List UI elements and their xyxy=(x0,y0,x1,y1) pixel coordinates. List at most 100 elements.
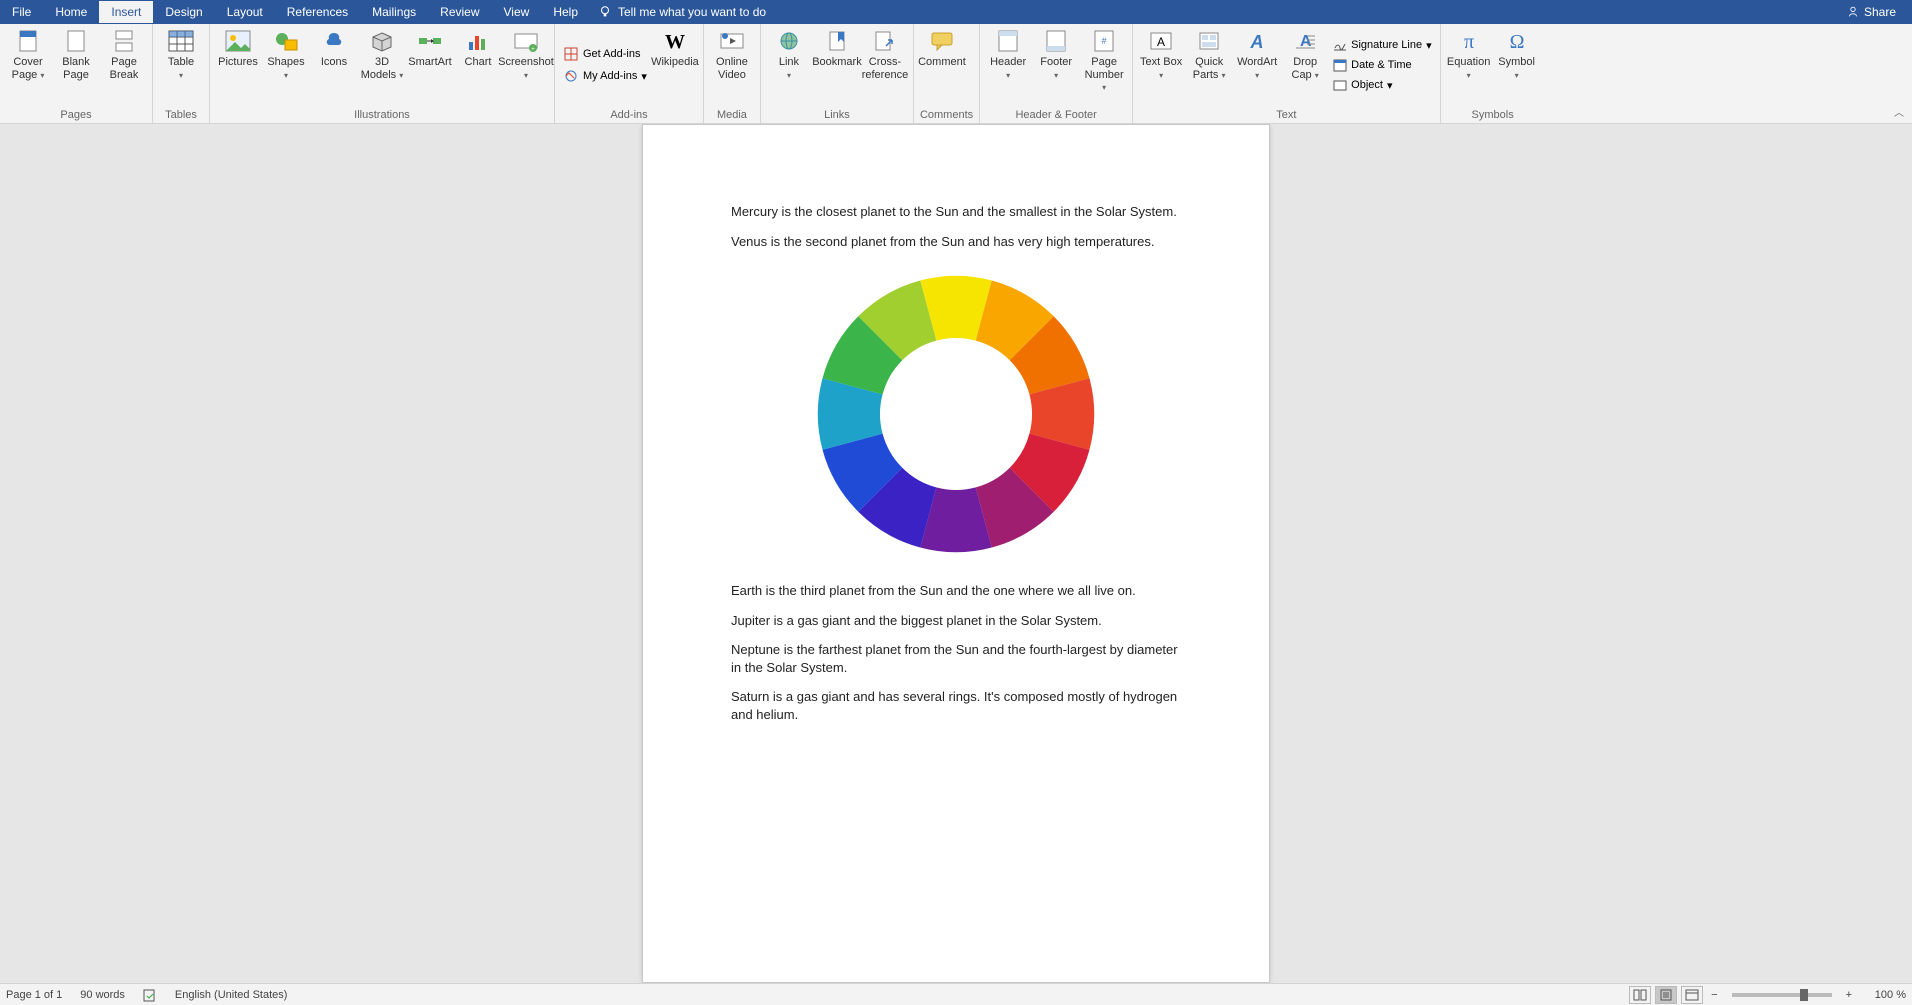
quick-parts-button[interactable]: Quick Parts ▾ xyxy=(1187,26,1231,81)
tab-design[interactable]: Design xyxy=(153,1,214,23)
document-page[interactable]: Mercury is the closest planet to the Sun… xyxy=(642,124,1270,983)
paragraph[interactable]: Neptune is the farthest planet from the … xyxy=(731,641,1181,676)
blank-page-button[interactable]: Blank Page xyxy=(54,26,98,81)
chart-button[interactable]: Chart xyxy=(456,26,500,69)
textbox-icon: A xyxy=(1145,28,1177,54)
group-label-comments: Comments xyxy=(920,109,973,123)
tab-help[interactable]: Help xyxy=(541,1,590,23)
tab-bar: File Home Insert Design Layout Reference… xyxy=(0,0,1912,24)
document-workspace[interactable]: Mercury is the closest planet to the Sun… xyxy=(0,124,1912,983)
paragraph[interactable]: Venus is the second planet from the Sun … xyxy=(731,233,1181,251)
icons-button[interactable]: Icons xyxy=(312,26,356,69)
color-wheel-image[interactable] xyxy=(804,262,1108,566)
link-button[interactable]: Link▾ xyxy=(767,26,811,81)
date-time-button[interactable]: Date & Time xyxy=(1331,56,1433,74)
wikipedia-button[interactable]: W Wikipedia xyxy=(653,26,697,69)
group-symbols: π Equation▾ Ω Symbol▾ Symbols xyxy=(1441,24,1545,123)
screenshot-button[interactable]: + Screenshot▾ xyxy=(504,26,548,81)
cover-page-button[interactable]: Cover Page ▾ xyxy=(6,26,50,81)
equation-button[interactable]: π Equation▾ xyxy=(1447,26,1491,81)
svg-text:π: π xyxy=(1464,31,1474,52)
table-button[interactable]: Table▾ xyxy=(159,26,203,81)
group-pages: Cover Page ▾ Blank Page Page Break Pages xyxy=(0,24,153,123)
group-tables: Table▾ Tables xyxy=(153,24,210,123)
symbol-button[interactable]: Ω Symbol▾ xyxy=(1495,26,1539,81)
video-icon xyxy=(716,28,748,54)
print-layout-button[interactable] xyxy=(1655,986,1677,1004)
group-comments: Comment Comments xyxy=(914,24,980,123)
page-number-icon: # xyxy=(1088,28,1120,54)
footer-icon xyxy=(1040,28,1072,54)
zoom-thumb[interactable] xyxy=(1800,989,1808,1001)
tab-layout[interactable]: Layout xyxy=(215,1,275,23)
group-label-links: Links xyxy=(767,109,907,123)
my-addins-button[interactable]: My Add-ins ▾ xyxy=(561,66,649,86)
collapse-ribbon-button[interactable]: ︿ xyxy=(1894,104,1904,119)
group-addins: Get Add-ins My Add-ins ▾ W Wikipedia Add… xyxy=(555,24,704,123)
share-icon xyxy=(1846,5,1860,19)
header-button[interactable]: Header▾ xyxy=(986,26,1030,81)
3d-models-button[interactable]: 3D Models ▾ xyxy=(360,26,404,81)
svg-text:Ω: Ω xyxy=(1509,31,1524,52)
wordart-button[interactable]: A WordArt▾ xyxy=(1235,26,1279,81)
chart-icon xyxy=(462,28,494,54)
paragraph[interactable]: Mercury is the closest planet to the Sun… xyxy=(731,203,1181,221)
svg-text:+: + xyxy=(531,47,535,52)
web-layout-icon xyxy=(1685,989,1699,1001)
get-addins-button[interactable]: Get Add-ins xyxy=(561,44,649,64)
page-break-button[interactable]: Page Break xyxy=(102,26,146,81)
group-label-media: Media xyxy=(710,109,754,123)
spellcheck-icon xyxy=(143,988,157,1002)
page-number-button[interactable]: # Page Number ▾ xyxy=(1082,26,1126,94)
cross-reference-button[interactable]: Cross-reference xyxy=(863,26,907,81)
screenshot-icon: + xyxy=(510,28,542,54)
status-spellcheck[interactable] xyxy=(143,988,157,1002)
tab-insert[interactable]: Insert xyxy=(99,1,153,23)
pictures-button[interactable]: Pictures xyxy=(216,26,260,69)
group-label-text: Text xyxy=(1139,109,1433,123)
text-box-button[interactable]: A Text Box ▾ xyxy=(1139,26,1183,81)
paragraph[interactable]: Jupiter is a gas giant and the biggest p… xyxy=(731,612,1181,630)
cover-page-icon xyxy=(12,28,44,54)
status-language[interactable]: English (United States) xyxy=(175,989,288,1001)
zoom-level[interactable]: 100 % xyxy=(1866,989,1906,1001)
ribbon-insert: Cover Page ▾ Blank Page Page Break Pages… xyxy=(0,24,1912,124)
tab-home[interactable]: Home xyxy=(43,1,99,23)
footer-button[interactable]: Footer▾ xyxy=(1034,26,1078,81)
comment-button[interactable]: Comment xyxy=(920,26,964,69)
tab-view[interactable]: View xyxy=(492,1,542,23)
tab-review[interactable]: Review xyxy=(428,1,491,23)
store-icon xyxy=(563,46,579,62)
bookmark-button[interactable]: Bookmark xyxy=(815,26,859,69)
comment-icon xyxy=(926,28,958,54)
tell-me-label: Tell me what you want to do xyxy=(618,5,766,19)
shapes-icon xyxy=(270,28,302,54)
paragraph[interactable]: Saturn is a gas giant and has several ri… xyxy=(731,688,1181,723)
drop-cap-button[interactable]: A Drop Cap ▾ xyxy=(1283,26,1327,81)
signature-line-button[interactable]: Signature Line ▾ xyxy=(1331,36,1433,54)
read-mode-button[interactable] xyxy=(1629,986,1651,1004)
zoom-out-button[interactable]: − xyxy=(1711,989,1717,1001)
smartart-icon xyxy=(414,28,446,54)
group-header-footer: Header▾ Footer▾ # Page Number ▾ Header &… xyxy=(980,24,1133,123)
wikipedia-icon: W xyxy=(659,28,691,54)
zoom-in-button[interactable]: + xyxy=(1846,989,1852,1001)
zoom-slider[interactable] xyxy=(1732,993,1832,997)
paragraph[interactable]: Earth is the third planet from the Sun a… xyxy=(731,582,1181,600)
object-button[interactable]: Object ▾ xyxy=(1331,76,1433,94)
status-bar: Page 1 of 1 90 words English (United Sta… xyxy=(0,983,1912,1005)
svg-text:A: A xyxy=(1157,35,1165,49)
online-video-button[interactable]: Online Video xyxy=(710,26,754,81)
shapes-button[interactable]: Shapes▾ xyxy=(264,26,308,81)
blank-page-icon xyxy=(60,28,92,54)
tell-me-search[interactable]: Tell me what you want to do xyxy=(598,5,766,19)
status-page[interactable]: Page 1 of 1 xyxy=(6,989,62,1001)
smartart-button[interactable]: SmartArt xyxy=(408,26,452,69)
group-illustrations: Pictures Shapes▾ Icons 3D Models ▾ Smart… xyxy=(210,24,555,123)
tab-mailings[interactable]: Mailings xyxy=(360,1,428,23)
tab-references[interactable]: References xyxy=(275,1,360,23)
share-button[interactable]: Share xyxy=(1846,5,1896,19)
web-layout-button[interactable] xyxy=(1681,986,1703,1004)
tab-file[interactable]: File xyxy=(0,1,43,23)
status-words[interactable]: 90 words xyxy=(80,989,125,1001)
